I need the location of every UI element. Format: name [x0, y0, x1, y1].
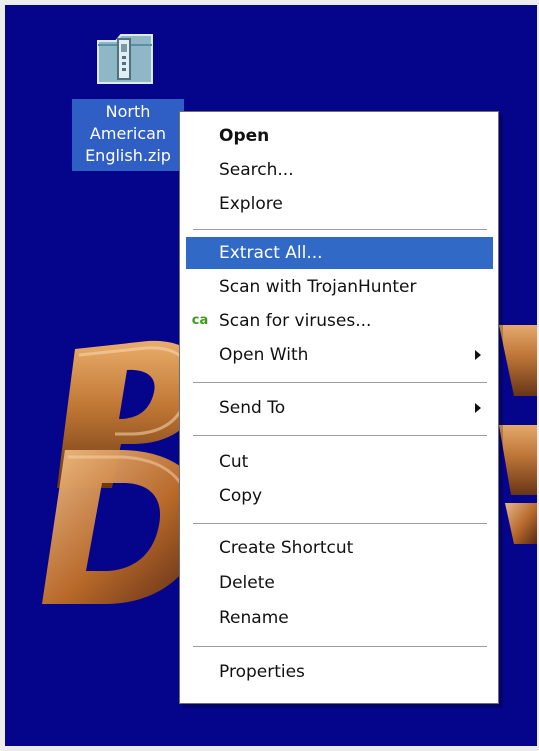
- menu-item-cut[interactable]: Cut: [186, 446, 493, 478]
- menu-item-create-shortcut[interactable]: Create Shortcut: [186, 532, 493, 564]
- menu-item-label: Open With: [219, 345, 309, 365]
- menu-item-label: Delete: [219, 573, 275, 593]
- ca-antivirus-icon: ca: [191, 313, 209, 328]
- menu-separator: [193, 523, 487, 524]
- zip-folder-icon: [97, 34, 153, 84]
- menu-separator: [193, 646, 487, 647]
- menu-item-extract-all[interactable]: Extract All...: [186, 237, 493, 269]
- menu-item-label: Send To: [219, 398, 286, 418]
- menu-separator: [193, 435, 487, 436]
- context-menu[interactable]: Open Search... Explore Extract All... Sc…: [179, 111, 499, 704]
- menu-item-delete[interactable]: Delete: [186, 567, 493, 599]
- menu-item-label: Scan with TrojanHunter: [219, 277, 417, 297]
- menu-item-send-to[interactable]: Send To: [186, 392, 493, 424]
- menu-item-label: Create Shortcut: [219, 538, 354, 558]
- menu-item-label: Properties: [219, 662, 305, 682]
- menu-item-label: Scan for viruses...: [219, 311, 372, 331]
- menu-item-search[interactable]: Search...: [186, 154, 493, 186]
- file-name-label[interactable]: North American English.zip: [72, 99, 184, 171]
- menu-separator: [193, 382, 487, 383]
- menu-item-open-with[interactable]: Open With: [186, 339, 493, 371]
- menu-item-label: Rename: [219, 608, 289, 628]
- submenu-arrow-icon: [475, 350, 481, 360]
- menu-item-label: Cut: [219, 452, 249, 472]
- menu-item-open[interactable]: Open: [186, 120, 493, 152]
- menu-item-scan-trojanhunter[interactable]: Scan with TrojanHunter: [186, 271, 493, 303]
- menu-item-label: Extract All...: [219, 243, 323, 263]
- submenu-arrow-icon: [475, 403, 481, 413]
- menu-item-properties[interactable]: Properties: [186, 656, 493, 688]
- menu-item-label: Copy: [219, 486, 263, 506]
- menu-item-label: Explore: [219, 194, 283, 214]
- desktop-file-item[interactable]: North American English.zip: [72, 21, 187, 191]
- menu-item-label: Open: [219, 126, 270, 146]
- menu-item-label: Search...: [219, 160, 294, 180]
- menu-item-scan-viruses[interactable]: ca Scan for viruses...: [186, 305, 493, 337]
- desktop[interactable]: North American English.zip Open Search..…: [5, 5, 537, 746]
- menu-separator: [193, 229, 487, 230]
- menu-item-explore[interactable]: Explore: [186, 188, 493, 220]
- menu-item-rename[interactable]: Rename: [186, 602, 493, 634]
- menu-item-copy[interactable]: Copy: [186, 480, 493, 512]
